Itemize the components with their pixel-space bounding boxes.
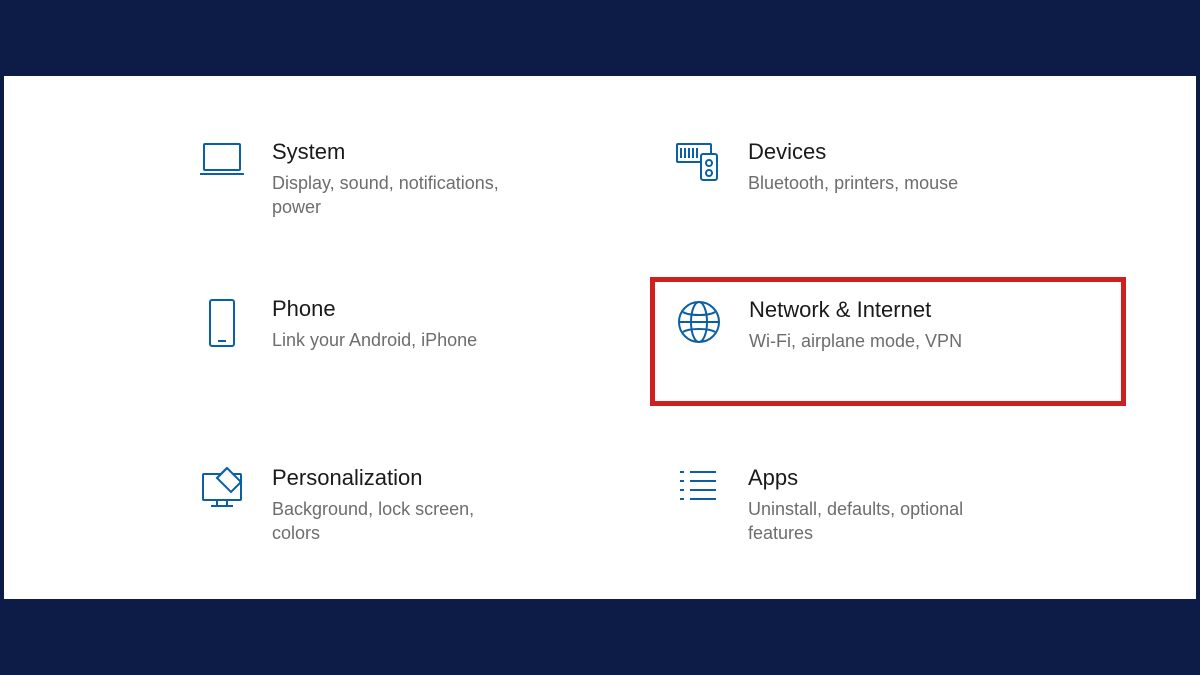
apps-icon [666,464,730,506]
settings-item-title: System [272,138,514,167]
settings-item-phone[interactable]: Phone Link your Android, iPhone [174,277,650,406]
settings-item-desc: Wi-Fi, airplane mode, VPN [749,329,962,353]
settings-item-network[interactable]: Network & Internet Wi-Fi, airplane mode,… [650,277,1126,406]
settings-panel: System Display, sound, notifications, po… [4,76,1196,599]
phone-icon [190,295,254,349]
settings-item-title: Personalization [272,464,514,493]
settings-item-title: Devices [748,138,958,167]
settings-item-title: Apps [748,464,990,493]
settings-grid: System Display, sound, notifications, po… [174,120,1126,563]
personalization-icon [190,464,254,510]
settings-item-title: Phone [272,295,477,324]
settings-item-title: Network & Internet [749,296,962,325]
settings-item-personalization[interactable]: Personalization Background, lock screen,… [174,446,650,563]
settings-item-desc: Display, sound, notifications, power [272,171,514,220]
settings-item-desc: Uninstall, defaults, optional features [748,497,990,546]
settings-item-system[interactable]: System Display, sound, notifications, po… [174,120,650,237]
laptop-icon [190,138,254,180]
settings-item-desc: Background, lock screen, colors [272,497,514,546]
devices-icon [666,138,730,184]
settings-item-desc: Link your Android, iPhone [272,328,477,352]
settings-item-apps[interactable]: Apps Uninstall, defaults, optional featu… [650,446,1126,563]
globe-icon [667,296,731,346]
settings-item-devices[interactable]: Devices Bluetooth, printers, mouse [650,120,1126,237]
settings-item-desc: Bluetooth, printers, mouse [748,171,958,195]
